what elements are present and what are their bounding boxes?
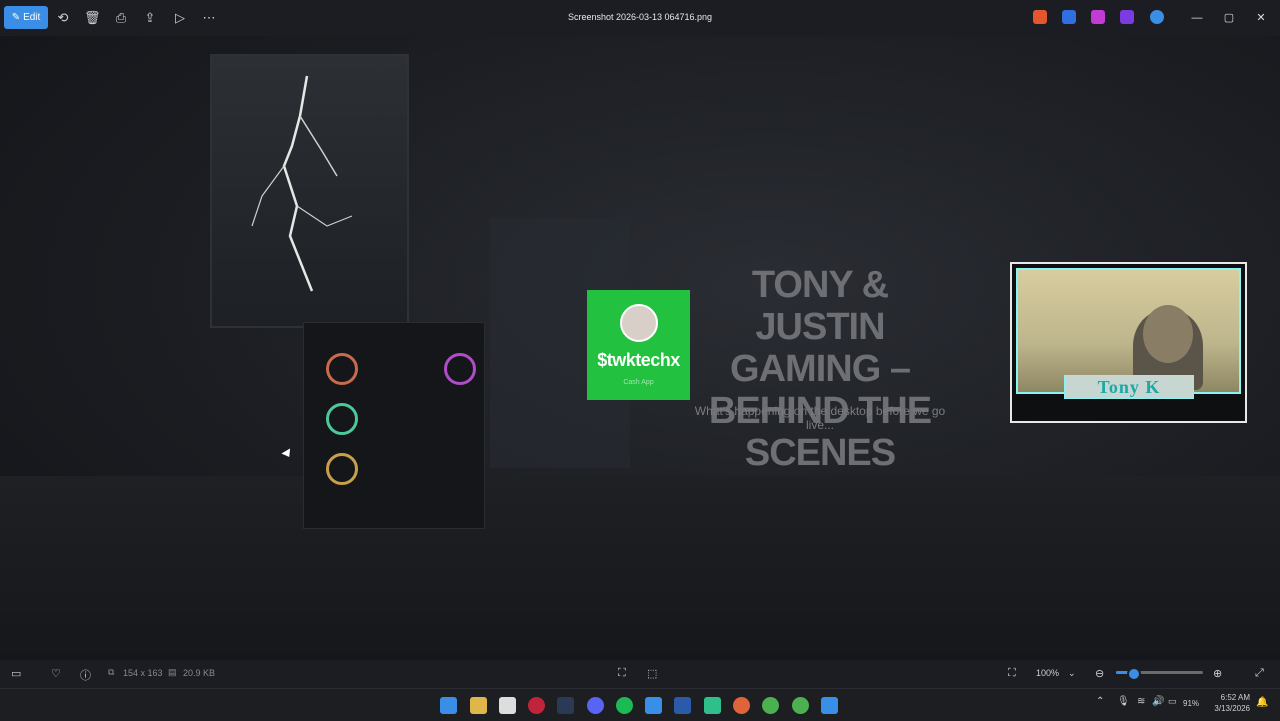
- battery-level: 91%: [1183, 699, 1200, 708]
- copilot-icon[interactable]: [1033, 10, 1047, 24]
- file-size-icon: ▤: [168, 667, 177, 677]
- pencil-icon: ✎: [11, 12, 21, 23]
- stream-title-line: BEHIND THE SCENES: [708, 390, 932, 474]
- clock-date[interactable]: 3/13/2026: [1206, 704, 1250, 713]
- app-icon[interactable]: [733, 697, 750, 714]
- cashapp-card: $twktechx Cash App: [587, 290, 690, 400]
- desk-surface: [0, 476, 1280, 660]
- title-bar: ✎ Edit ⟲ 🗑 ⎙ ⇪ ▷ ⋯ Screenshot 2026-03-13…: [0, 0, 1280, 36]
- crop-icon[interactable]: ⛶: [618, 667, 626, 680]
- steam-icon[interactable]: [557, 697, 574, 714]
- discord-icon[interactable]: [587, 697, 604, 714]
- rotate-icon[interactable]: ⟲: [55, 10, 71, 26]
- cashapp-handle: $twktechx: [597, 350, 680, 370]
- start-icon[interactable]: [440, 697, 457, 714]
- fan-light: [326, 453, 358, 485]
- stream-title: TONY & JUSTIN GAMING – BEHIND THE SCENES: [690, 264, 950, 474]
- edit-label: Edit: [23, 12, 41, 23]
- minimize-icon[interactable]: —: [1189, 10, 1205, 26]
- clock-time[interactable]: 6:52 AM: [1212, 693, 1250, 702]
- chrome-icon[interactable]: [762, 697, 779, 714]
- filmstrip-icon[interactable]: ▭: [11, 667, 21, 680]
- cashapp-label: Cash App: [623, 379, 654, 386]
- volume-icon[interactable]: 🔊: [1152, 696, 1164, 707]
- app-icon[interactable]: [528, 697, 545, 714]
- person-head: [1143, 305, 1193, 363]
- fan-light: [326, 403, 358, 435]
- fan-light: [326, 353, 358, 385]
- app-icon[interactable]: [1120, 10, 1134, 24]
- stream-title-line: GAMING –: [730, 348, 911, 390]
- app-icon[interactable]: [674, 697, 691, 714]
- taskbar: [0, 688, 1280, 721]
- webcam-overlay: Tony K: [1010, 262, 1247, 423]
- share-icon[interactable]: ⇪: [142, 10, 158, 26]
- app-icon[interactable]: [645, 697, 662, 714]
- chrome-icon[interactable]: [792, 697, 809, 714]
- file-explorer-icon[interactable]: [470, 697, 487, 714]
- photos-icon[interactable]: [821, 697, 838, 714]
- close-icon[interactable]: ✕: [1253, 10, 1269, 26]
- battery-icon[interactable]: ▭: [1168, 696, 1177, 707]
- fan-light: [444, 353, 476, 385]
- window-title-wrap: Screenshot 2026-03-13 064716.png: [0, 12, 1280, 22]
- stream-subtitle: What's happening on the desktop before w…: [694, 404, 946, 432]
- wifi-icon[interactable]: ≋: [1137, 696, 1145, 707]
- onedrive-icon[interactable]: [1150, 10, 1164, 24]
- favorite-icon[interactable]: ♡: [51, 667, 61, 680]
- clipchamp-icon[interactable]: [1091, 10, 1105, 24]
- mouse-cursor: [281, 448, 294, 460]
- app-icon[interactable]: [704, 697, 721, 714]
- slideshow-icon[interactable]: ▷: [172, 10, 188, 26]
- file-size: 20.9 KB: [183, 668, 216, 678]
- stream-title-line: TONY & JUSTIN: [751, 264, 889, 348]
- print-icon[interactable]: ⎙: [113, 10, 129, 26]
- chevron-up-icon[interactable]: ⌃: [1096, 696, 1104, 707]
- avatar: [619, 304, 658, 342]
- window-title: Screenshot 2026-03-13 064716.png: [567, 12, 713, 22]
- maximize-icon[interactable]: ▢: [1221, 10, 1237, 26]
- delete-icon[interactable]: 🗑: [84, 10, 101, 26]
- storm-window: [210, 54, 409, 328]
- zoom-in-icon[interactable]: ⊕: [1213, 667, 1222, 680]
- store-icon[interactable]: [499, 697, 516, 714]
- webcam-name-plate: Tony K: [1064, 375, 1194, 399]
- zoom-slider-knob[interactable]: [1127, 667, 1141, 681]
- pc-case: [303, 322, 485, 529]
- spotify-icon[interactable]: [616, 697, 633, 714]
- info-icon[interactable]: ⓘ: [80, 667, 91, 683]
- zoom-out-icon[interactable]: ⊖: [1095, 667, 1104, 680]
- fit-to-window-icon[interactable]: ⛶: [1008, 667, 1016, 680]
- image-dimensions: 154 x 163: [123, 668, 163, 678]
- dimensions-icon: ⧉: [108, 667, 115, 677]
- zoom-level[interactable]: 100%: [1036, 668, 1059, 678]
- microphone-icon[interactable]: 🎙: [1117, 696, 1130, 707]
- image-canvas: $twktechx Cash App TONY & JUSTIN GAMING …: [0, 36, 1280, 660]
- designer-icon[interactable]: [1062, 10, 1076, 24]
- lightning-bolt: [251, 75, 353, 292]
- more-icon[interactable]: ⋯: [201, 10, 217, 26]
- select-icon[interactable]: ⬚: [647, 667, 657, 680]
- edit-button[interactable]: ✎ Edit: [4, 6, 48, 29]
- notification-icon[interactable]: 🔔: [1256, 697, 1268, 708]
- chevron-down-icon[interactable]: ⌄: [1068, 668, 1076, 679]
- fullscreen-icon[interactable]: ⤢: [1255, 667, 1264, 680]
